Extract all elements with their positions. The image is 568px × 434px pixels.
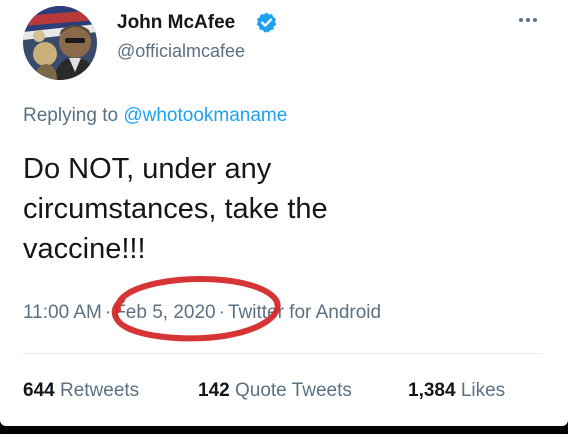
- retweets-label: Retweets: [59, 380, 140, 401]
- tweet-meta: 11:00 AM · Feb 5, 2020 · Twitter for Android: [23, 302, 381, 324]
- retweets-stat[interactable]: 644 Retweets: [23, 380, 139, 402]
- quote-tweets-stat[interactable]: 142 Quote Tweets: [198, 380, 352, 402]
- quote-tweets-label: Quote Tweets: [234, 380, 352, 401]
- more-dot: [533, 18, 537, 22]
- more-dot: [519, 18, 523, 22]
- profile-photo-image: [23, 6, 97, 80]
- tweet-card: John McAfee @officialmcafee Replying to …: [0, 0, 568, 426]
- likes-count: 1,384: [408, 380, 456, 401]
- replying-to-line: Replying to @whotookmaname: [23, 105, 287, 127]
- more-options-icon[interactable]: [509, 8, 547, 32]
- tweet-source[interactable]: Twitter for Android: [228, 302, 381, 323]
- author-avatar[interactable]: [23, 6, 97, 80]
- meta-separator: ·: [218, 302, 225, 323]
- reply-mention-link[interactable]: @whotookmaname: [123, 105, 287, 126]
- stats-divider: [23, 353, 543, 354]
- tweet-text-line: vaccine!!!: [23, 233, 146, 265]
- tweet-text-line: Do NOT, under any: [23, 153, 272, 185]
- tweet-time[interactable]: 11:00 AM: [23, 302, 102, 323]
- likes-stat[interactable]: 1,384 Likes: [408, 380, 505, 402]
- quote-tweets-count: 142: [198, 380, 230, 401]
- verified-badge-icon: [256, 12, 277, 33]
- tweet-text: Do NOT, under any circumstances, take th…: [23, 149, 523, 269]
- likes-label: Likes: [460, 380, 506, 401]
- meta-separator: ·: [104, 302, 112, 323]
- tweet-text-line: circumstances, take the: [23, 193, 328, 225]
- tweet-date[interactable]: Feb 5, 2020: [114, 302, 215, 323]
- replying-prefix: Replying to: [23, 105, 119, 126]
- author-handle[interactable]: @officialmcafee: [117, 41, 245, 62]
- more-dot: [526, 18, 530, 22]
- author-display-name[interactable]: John McAfee: [117, 12, 235, 34]
- retweets-count: 644: [23, 380, 55, 401]
